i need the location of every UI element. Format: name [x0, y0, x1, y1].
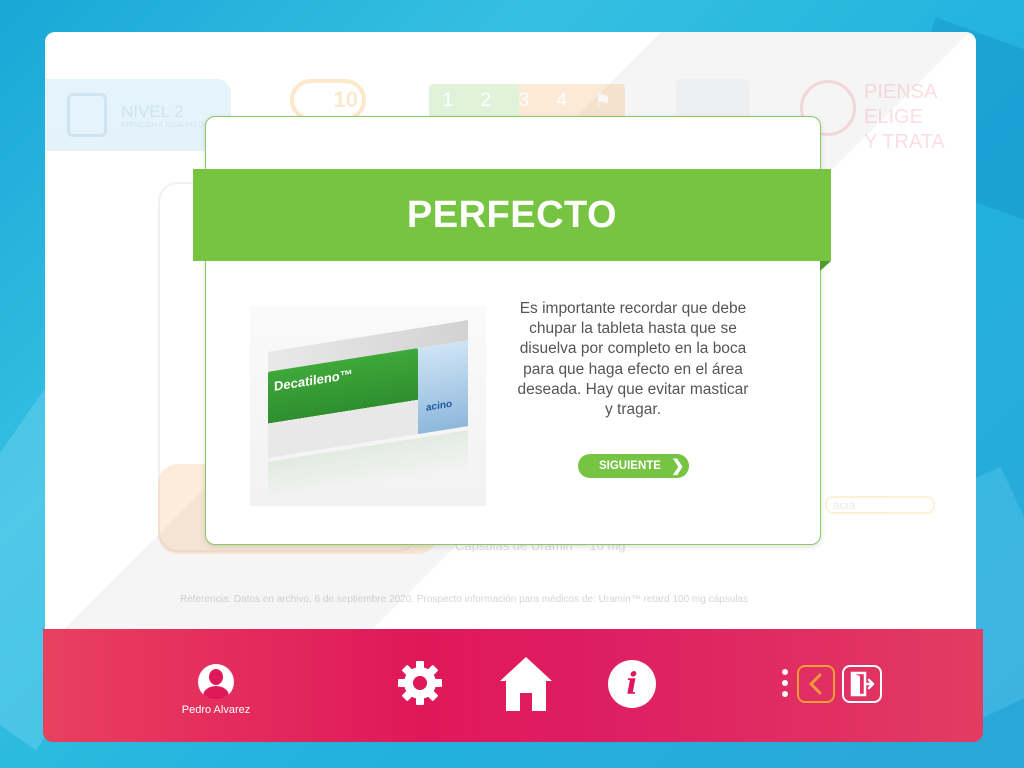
exit-door-icon	[850, 671, 875, 697]
back-button[interactable]	[797, 665, 835, 703]
tagline: PIENSA ELIGE Y TRATA	[800, 80, 945, 155]
next-button[interactable]: SIGUIENTE ❯	[578, 454, 689, 478]
home-button[interactable]	[498, 655, 554, 713]
step-progress: 1 2 3 4 ⚑	[429, 84, 625, 118]
step-4: 4	[556, 90, 567, 111]
step-3: 3	[518, 90, 530, 111]
exit-button[interactable]	[842, 665, 882, 703]
background-option: acia	[825, 496, 935, 514]
chevron-right-icon: ❯	[670, 458, 685, 475]
tagline-line-1: PIENSA	[864, 81, 938, 103]
product-image: Decatileno™ acino	[250, 306, 486, 506]
home-icon	[500, 657, 552, 711]
modal-message: Es importante recordar que debe chupar l…	[517, 300, 749, 419]
timer-value: 10	[333, 87, 358, 112]
modal-banner: PERFECTO	[193, 169, 831, 271]
info-icon: i	[626, 666, 638, 702]
modal-title: PERFECTO	[406, 193, 618, 236]
timer: 10	[290, 79, 366, 121]
step-2: 2	[480, 90, 492, 111]
info-button[interactable]: i	[608, 660, 656, 708]
back-chevron-icon	[809, 673, 822, 695]
gear-icon	[398, 661, 442, 705]
flag-icon: ⚑	[594, 90, 612, 112]
tagline-line-3: Y TRATA	[864, 131, 945, 153]
level-indicator: NIVEL 2 ATENCIÓN A TODA VELOCIDAD	[45, 79, 231, 151]
user-profile[interactable]: Pedro Alvarez	[178, 664, 254, 716]
settings-button[interactable]	[396, 659, 444, 707]
reference-text: Referencia: Datos en archivo, 6 de septi…	[180, 594, 749, 605]
user-name: Pedro Alvarez	[181, 704, 251, 716]
tagline-line-2: ELIGE	[864, 106, 923, 128]
medicine-icon	[67, 93, 107, 137]
step-1: 1	[442, 90, 454, 111]
more-dots-icon[interactable]	[782, 669, 788, 702]
user-avatar-icon	[198, 664, 234, 700]
next-button-label: SIGUIENTE	[599, 460, 661, 472]
